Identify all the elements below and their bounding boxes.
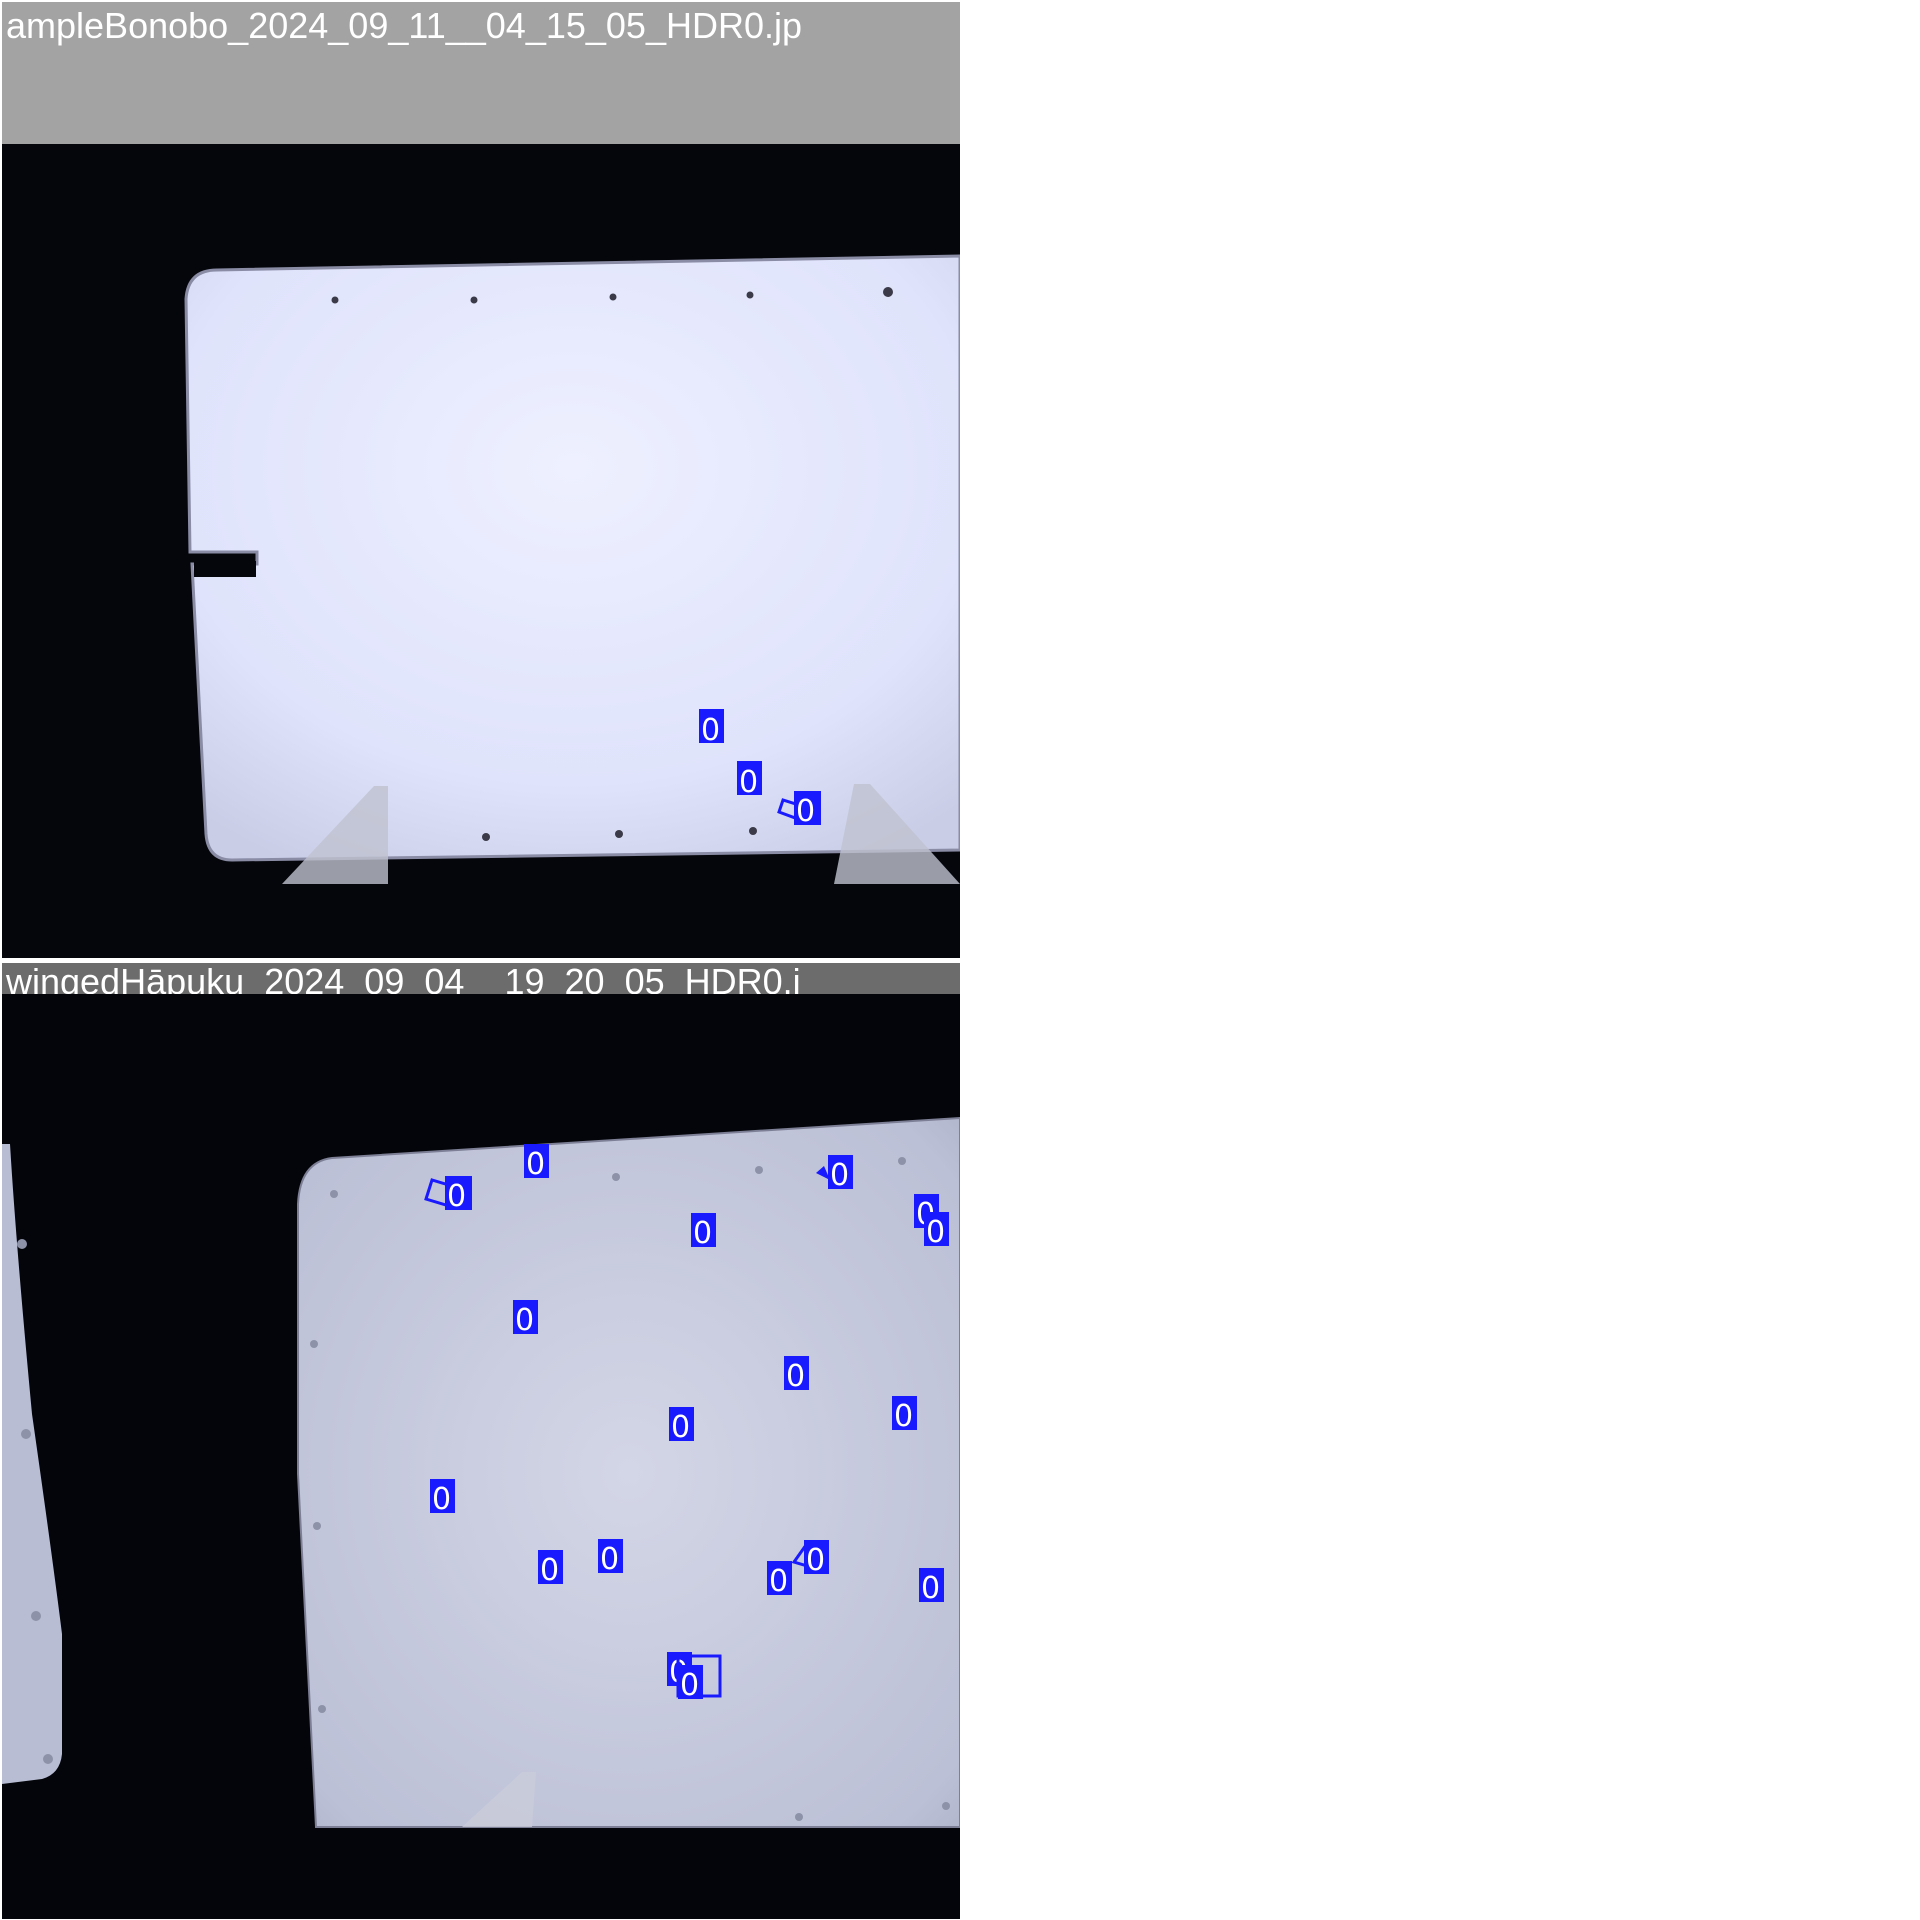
detection-label: 0 bbox=[432, 1482, 451, 1517]
detection-box: 0 bbox=[737, 761, 762, 800]
image-filename-1: ampleBonobo_2024_09_11__04_15_05_HDR0.jp bbox=[6, 5, 803, 46]
image-title-bar-2: wingedHāpuku_2024_09_04__19_20_05_HDR0.j bbox=[2, 963, 960, 1002]
detection-box: 0 bbox=[538, 1550, 563, 1588]
image-panel-1: ampleBonobo_2024_09_11__04_15_05_HDR0.jp bbox=[2, 2, 960, 958]
detection-label: 0 bbox=[739, 765, 758, 800]
detection-box: 0 bbox=[430, 1479, 455, 1517]
plate-1-slot bbox=[194, 561, 256, 577]
detection-box: 0 bbox=[691, 1213, 716, 1251]
detection-label: 0 bbox=[447, 1179, 466, 1214]
detection-box: 0 bbox=[919, 1568, 944, 1606]
image-title-bar-1: ampleBonobo_2024_09_11__04_15_05_HDR0.jp bbox=[2, 2, 960, 144]
plate-2 bbox=[297, 1116, 960, 1828]
photo-2-canvas: 0 0 0 0 0 0 0 0 0 0 0 0 0 0 0 0 bbox=[2, 994, 960, 1919]
photo-1: 0 0 0 bbox=[2, 144, 960, 958]
detection-box: 0 bbox=[699, 709, 724, 748]
detection-label: 0 bbox=[540, 1553, 559, 1588]
detection-box: 0 bbox=[669, 1407, 694, 1445]
detection-label: 0 bbox=[830, 1158, 849, 1193]
plate-1 bbox=[184, 254, 960, 862]
detection-box: 0 bbox=[924, 1212, 949, 1250]
detection-label: 0 bbox=[693, 1216, 712, 1251]
detection-box: 0 bbox=[598, 1539, 623, 1577]
detection-label: 0 bbox=[894, 1399, 913, 1434]
detection-label: 0 bbox=[680, 1668, 699, 1703]
detection-box: 0 bbox=[767, 1561, 792, 1599]
photo-1-canvas: 0 0 0 bbox=[2, 144, 960, 958]
detection-label: 0 bbox=[671, 1410, 690, 1445]
detection-box: 0 bbox=[784, 1356, 809, 1394]
photo-2: 0 0 0 0 0 0 0 0 0 0 0 0 0 0 0 0 bbox=[2, 994, 960, 1919]
detection-label: 0 bbox=[786, 1359, 805, 1394]
detection-box: 0 bbox=[513, 1300, 538, 1338]
detection-label: 0 bbox=[526, 1147, 545, 1182]
detection-label: 0 bbox=[769, 1564, 788, 1599]
detection-label: 0 bbox=[806, 1543, 825, 1578]
detection-label: 0 bbox=[796, 794, 815, 829]
detection-box: 0 bbox=[524, 1144, 549, 1182]
detection-box: 0 bbox=[892, 1396, 917, 1434]
detection-label: 0 bbox=[701, 713, 720, 748]
detection-label: 0 bbox=[921, 1571, 940, 1606]
detection-label: 0 bbox=[926, 1215, 945, 1250]
detection-label: 0 bbox=[600, 1542, 619, 1577]
image-panel-2: wingedHāpuku_2024_09_04__19_20_05_HDR0.j bbox=[2, 963, 960, 1919]
detection-label: 0 bbox=[515, 1303, 534, 1338]
